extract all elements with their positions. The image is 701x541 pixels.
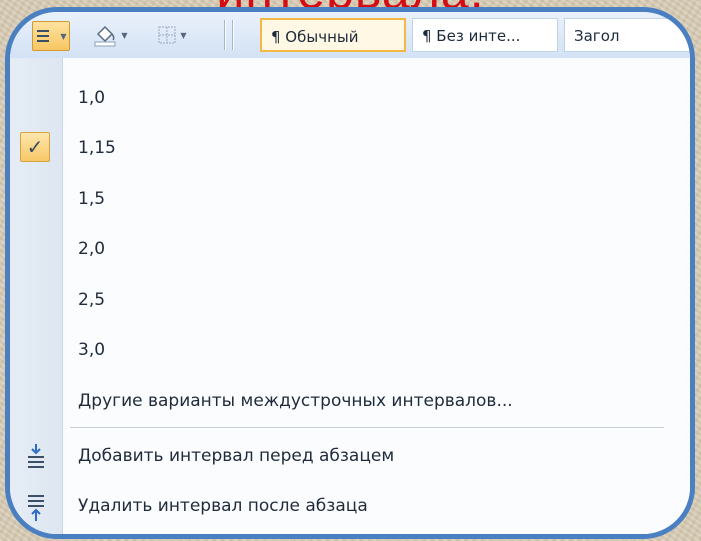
chevron-down-icon: ▼ [60, 31, 67, 41]
line-spacing-menu: 1,0 ✓ 1,15 1,5 2,0 2,5 3,0 Другие вариан… [10, 58, 690, 534]
chevron-down-icon: ▼ [121, 30, 128, 40]
line-spacing-icon [37, 30, 50, 42]
toolbar-divider [224, 20, 226, 50]
borders-button[interactable]: ▼ [150, 21, 194, 49]
menu-item-label: Добавить интервал перед абзацем [78, 446, 395, 466]
chevron-down-icon: ▼ [180, 30, 187, 40]
borders-icon [158, 26, 176, 44]
paint-bucket-icon [94, 25, 116, 47]
remove-space-after-icon [28, 495, 44, 521]
menu-item-spacing-2-5[interactable]: 2,5 [10, 280, 690, 320]
line-spacing-button[interactable]: ▼ [32, 21, 70, 51]
menu-item-spacing-3-0[interactable]: 3,0 [10, 330, 690, 370]
menu-item-label: 2,0 [78, 239, 106, 259]
screenshot-frame: ▼ ▼ ▼ ¶ Обычный ¶ Без инте... Загол 1,0 … [5, 7, 695, 539]
menu-item-label: Другие варианты междустрочных интервалов… [78, 391, 513, 411]
menu-item-label: 2,5 [78, 290, 106, 310]
style-normal[interactable]: ¶ Обычный [260, 18, 406, 52]
style-heading[interactable]: Загол [564, 18, 690, 52]
menu-item-more-spacing-options[interactable]: Другие варианты междустрочных интервалов… [10, 381, 690, 421]
toolbar: ▼ ▼ ▼ ¶ Обычный ¶ Без инте... Загол [10, 12, 690, 59]
menu-item-label: Удалить интервал после абзаца [78, 496, 368, 516]
menu-item-label: 1,0 [78, 88, 106, 108]
menu-item-label: 3,0 [78, 340, 106, 360]
checkmark-icon: ✓ [20, 132, 50, 162]
menu-item-remove-space-after[interactable]: Удалить интервал после абзаца [10, 486, 690, 526]
menu-item-label: 1,15 [78, 138, 116, 158]
shading-button[interactable]: ▼ [88, 21, 132, 49]
style-no-spacing[interactable]: ¶ Без инте... [412, 18, 558, 52]
add-space-before-icon [28, 444, 44, 468]
menu-item-spacing-2-0[interactable]: 2,0 [10, 229, 690, 269]
menu-item-spacing-1-15[interactable]: ✓ 1,15 [10, 128, 690, 168]
menu-separator [70, 427, 664, 429]
menu-item-spacing-1-0[interactable]: 1,0 [10, 78, 690, 118]
toolbar-divider [232, 20, 234, 50]
menu-item-label: 1,5 [78, 189, 106, 209]
menu-item-spacing-1-5[interactable]: 1,5 [10, 179, 690, 219]
menu-item-add-space-before[interactable]: Добавить интервал перед абзацем [10, 436, 690, 476]
